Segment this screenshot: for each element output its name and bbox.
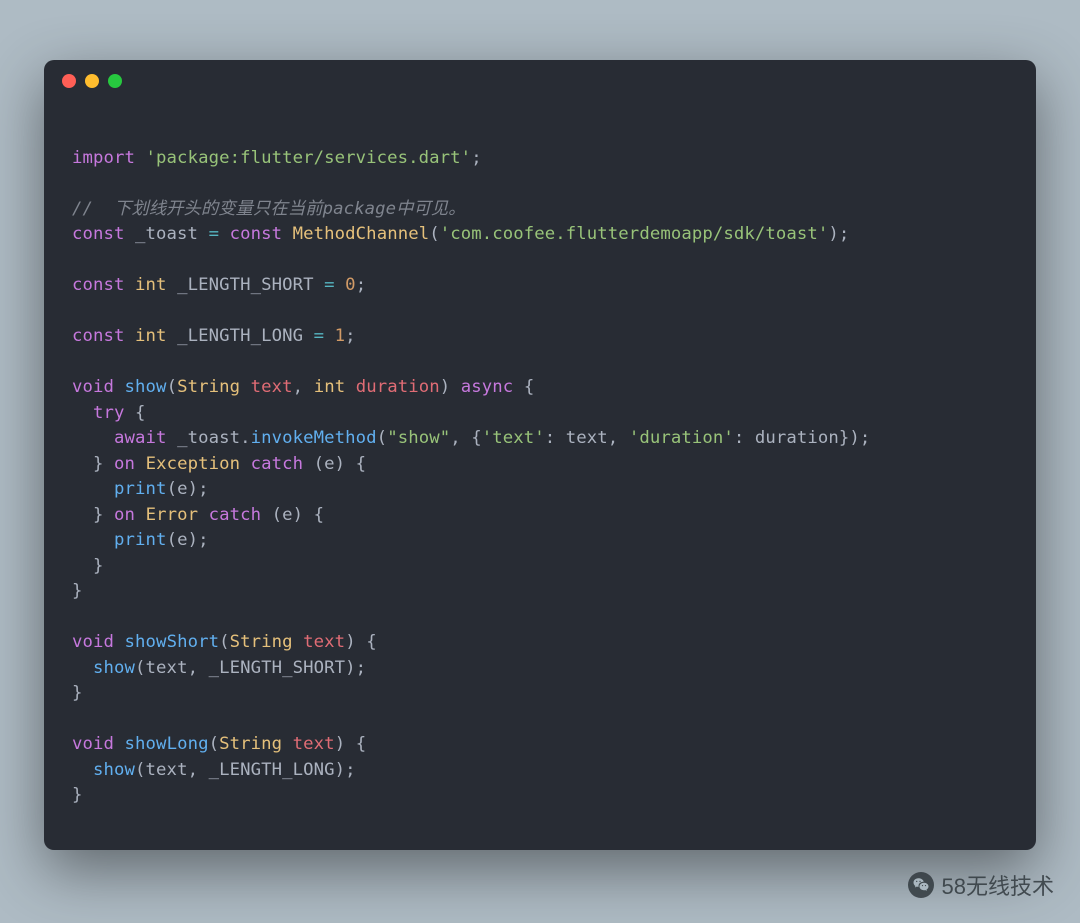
code-line: [72, 299, 1008, 325]
code-line: [72, 350, 1008, 376]
code-line: void showLong(String text) {: [72, 732, 1008, 758]
code-line: void showShort(String text) {: [72, 630, 1008, 656]
close-icon[interactable]: [62, 74, 76, 88]
code-line: }: [72, 783, 1008, 809]
zoom-icon[interactable]: [108, 74, 122, 88]
code-line: const int _LENGTH_LONG = 1;: [72, 324, 1008, 350]
code-line: const _toast = const MethodChannel('com.…: [72, 222, 1008, 248]
code-line: [72, 171, 1008, 197]
watermark-label: 58无线技术: [942, 869, 1054, 901]
code-line: } on Error catch (e) {: [72, 503, 1008, 529]
code-line: }: [72, 681, 1008, 707]
code-line: void show(String text, int duration) asy…: [72, 375, 1008, 401]
code-line: print(e);: [72, 477, 1008, 503]
code-line: [72, 120, 1008, 146]
watermark: 58无线技术: [908, 869, 1054, 901]
code-line: [72, 605, 1008, 631]
code-line: }: [72, 554, 1008, 580]
wechat-icon: [908, 872, 934, 898]
code-line: } on Exception catch (e) {: [72, 452, 1008, 478]
minimize-icon[interactable]: [85, 74, 99, 88]
code-line: print(e);: [72, 528, 1008, 554]
window-titlebar: [44, 60, 1036, 102]
code-line: // 下划线开头的变量只在当前package中可见。: [72, 197, 1008, 223]
code-block: import 'package:flutter/services.dart'; …: [44, 102, 1036, 837]
code-line: await _toast.invokeMethod("show", {'text…: [72, 426, 1008, 452]
code-line: import 'package:flutter/services.dart';: [72, 146, 1008, 172]
code-window: import 'package:flutter/services.dart'; …: [44, 60, 1036, 850]
code-line: [72, 248, 1008, 274]
code-line: }: [72, 579, 1008, 605]
code-line: try {: [72, 401, 1008, 427]
code-line: [72, 707, 1008, 733]
code-line: show(text, _LENGTH_LONG);: [72, 758, 1008, 784]
code-line: show(text, _LENGTH_SHORT);: [72, 656, 1008, 682]
code-line: const int _LENGTH_SHORT = 0;: [72, 273, 1008, 299]
